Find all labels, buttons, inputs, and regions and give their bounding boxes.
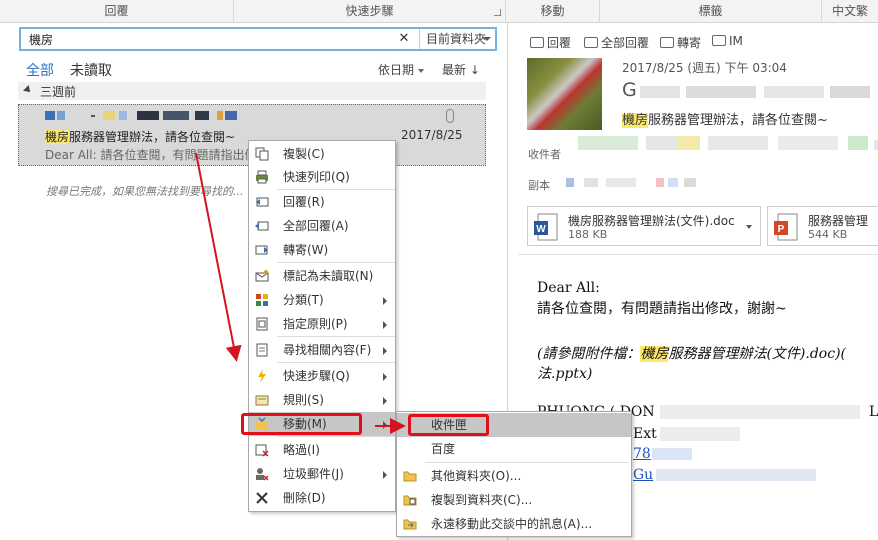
annotation-arrow-to-move [195,152,242,362]
annotation-arrows [195,152,406,434]
